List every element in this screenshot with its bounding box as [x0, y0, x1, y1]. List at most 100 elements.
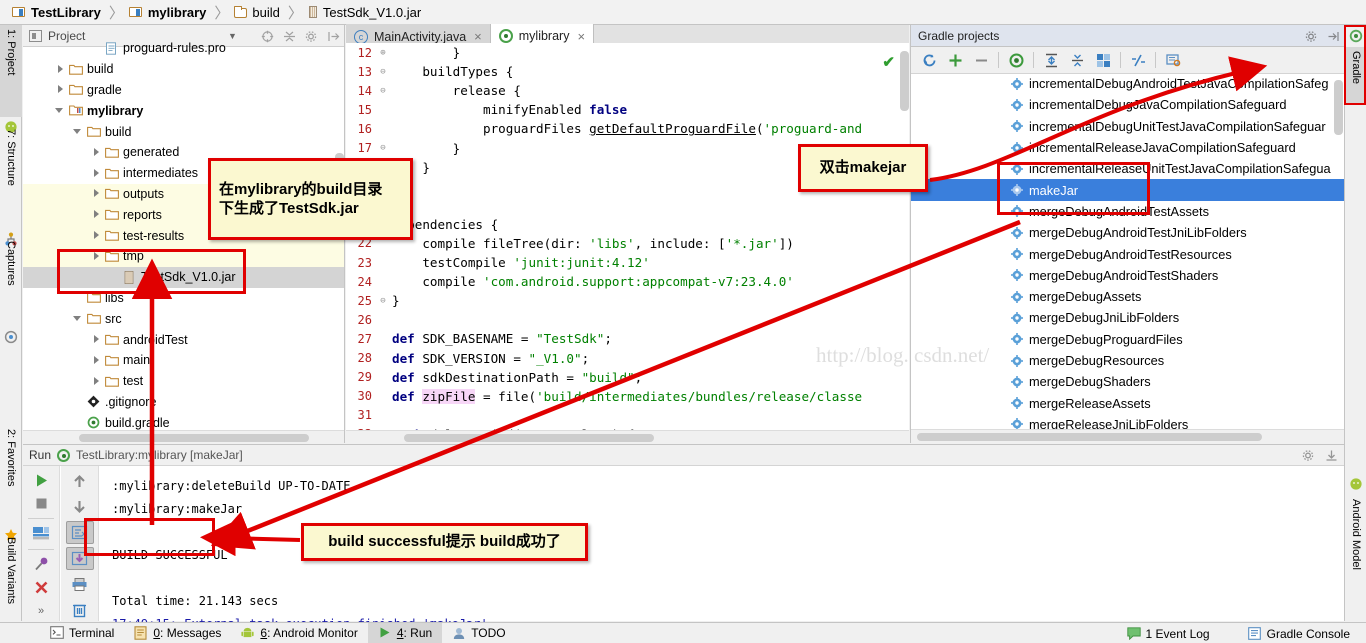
- gradle-task-incrementaldebugunittestjavacompilationsafeguar[interactable]: incrementalDebugUnitTestJavaCompilationS…: [911, 116, 1344, 137]
- gradle-task-incrementaldebugjavacompilationsafeguard[interactable]: incrementalDebugJavaCompilationSafeguard: [911, 94, 1344, 115]
- gear-icon[interactable]: [1302, 449, 1315, 462]
- refresh-icon[interactable]: [916, 49, 942, 71]
- gradle-horizontal-scrollbar[interactable]: [911, 429, 1344, 443]
- statusbar-tab-4-run[interactable]: 4: Run: [368, 623, 442, 643]
- left-strip-item-captures[interactable]: Captures: [0, 237, 22, 327]
- code-fold-icon[interactable]: ⊖: [376, 143, 390, 153]
- statusbar-tab-0-messages[interactable]: 0: Messages: [124, 623, 231, 643]
- left-strip-item-7-structure[interactable]: 7: Structure: [0, 125, 22, 229]
- gradle-task-incrementaldebugandroidtestjavacompilationsafeg[interactable]: incrementalDebugAndroidTestJavaCompilati…: [911, 73, 1344, 94]
- soft-wrap-icon[interactable]: [66, 521, 94, 544]
- close-icon[interactable]: ×: [577, 29, 585, 44]
- gear-icon[interactable]: [1305, 30, 1318, 43]
- gradle-task-mergedebugandroidtestresources[interactable]: mergeDebugAndroidTestResources: [911, 243, 1344, 264]
- tree-item-src[interactable]: src: [23, 308, 344, 329]
- print-icon[interactable]: [66, 573, 94, 596]
- close-icon[interactable]: [27, 578, 55, 598]
- tree-twisty-right-icon[interactable]: [91, 188, 102, 199]
- hide-icon[interactable]: [1325, 449, 1338, 462]
- breadcrumb-item-testsdk-v1-0-jar[interactable]: TestSdk_V1.0.jar: [304, 0, 428, 25]
- collapse-all-icon[interactable]: [1064, 49, 1090, 71]
- tree-twisty-right-icon[interactable]: [55, 84, 66, 95]
- gradle-task-mergedebugandroidtestshaders[interactable]: mergeDebugAndroidTestShaders: [911, 265, 1344, 286]
- run-icon[interactable]: [27, 470, 55, 490]
- tree-item-proguard-rules.pro[interactable]: proguard-rules.pro: [23, 38, 344, 59]
- trash-icon[interactable]: [66, 598, 94, 621]
- scroll-to-end-icon[interactable]: [66, 547, 94, 570]
- tree-twisty-down-icon[interactable]: [73, 126, 84, 137]
- right-strip-item-android-model[interactable]: Android Model: [1345, 495, 1366, 605]
- code-editor[interactable]: 12⊕ }13⊖ buildTypes {14⊖ release {15 min…: [346, 43, 909, 430]
- tree-item-build.gradle[interactable]: build.gradle: [23, 412, 344, 430]
- gradle-vertical-scrollbar[interactable]: [1334, 80, 1343, 135]
- expand-all-icon[interactable]: [1038, 49, 1064, 71]
- left-strip-item-1-project[interactable]: 1: Project: [0, 25, 22, 117]
- run-config-icon[interactable]: [1160, 49, 1186, 71]
- tree-item-.gitignore[interactable]: .gitignore: [23, 392, 344, 413]
- gradle-task-list[interactable]: incrementalDebugAndroidTestJavaCompilati…: [911, 73, 1344, 429]
- tree-twisty-down-icon[interactable]: [55, 105, 66, 116]
- tree-item-mylibrary[interactable]: mylibrary: [23, 100, 344, 121]
- statusbar-gradle-console[interactable]: Gradle Console: [1238, 623, 1360, 643]
- left-strip-item-2-favorites[interactable]: 2: Favorites: [0, 425, 22, 525]
- gradle-task-mergedebugandroidtestjnilibfolders[interactable]: mergeDebugAndroidTestJniLibFolders: [911, 222, 1344, 243]
- tree-twisty-right-icon[interactable]: [91, 376, 102, 387]
- gradle-task-mergedebugandroidtestassets[interactable]: mergeDebugAndroidTestAssets: [911, 201, 1344, 222]
- statusbar-1-event-log[interactable]: 1 Event Log: [1117, 623, 1220, 643]
- toggle-offline-icon[interactable]: [1090, 49, 1116, 71]
- tree-item-testsdk-v1.0.jar[interactable]: TestSdk_V1.0.jar: [23, 267, 344, 288]
- code-vertical-scrollbar[interactable]: [900, 51, 909, 111]
- stop-icon[interactable]: [27, 493, 55, 513]
- toggle-tasks-icon[interactable]: [1125, 49, 1151, 71]
- code-fold-icon[interactable]: ⊖: [376, 296, 390, 306]
- tree-twisty-right-icon[interactable]: [91, 209, 102, 220]
- gradle-task-incrementalreleasejavacompilationsafeguard[interactable]: incrementalReleaseJavaCompilationSafegua…: [911, 137, 1344, 158]
- gradle-task-mergedebugshaders[interactable]: mergeDebugShaders: [911, 371, 1344, 392]
- tree-item-tmp[interactable]: tmp: [23, 246, 344, 267]
- gradle-task-mergereleasejnilibfolders[interactable]: mergeReleaseJniLibFolders: [911, 414, 1344, 429]
- code-fold-icon[interactable]: ⊕: [376, 48, 390, 58]
- tree-twisty-right-icon[interactable]: [91, 334, 102, 345]
- gradle-task-makejar[interactable]: makeJar: [911, 179, 1344, 200]
- remove-icon[interactable]: [968, 49, 994, 71]
- statusbar-tab-terminal[interactable]: Terminal: [40, 623, 124, 643]
- inspection-ok-icon[interactable]: ✔: [882, 53, 895, 71]
- hide-icon[interactable]: [1327, 30, 1340, 43]
- statusbar-tab-6-android-monitor[interactable]: 6: Android Monitor: [231, 623, 367, 643]
- code-fold-icon[interactable]: ⊖: [376, 67, 390, 77]
- up-icon[interactable]: [66, 470, 94, 493]
- gradle-task-incrementalreleaseunittestjavacompilationsafegua[interactable]: incrementalReleaseUnitTestJavaCompilatio…: [911, 158, 1344, 179]
- statusbar-tab-todo[interactable]: TODO: [442, 623, 515, 643]
- code-fold-icon[interactable]: ⊖: [376, 86, 390, 96]
- tree-item-build[interactable]: build: [23, 121, 344, 142]
- add-icon[interactable]: [942, 49, 968, 71]
- execute-icon[interactable]: [1003, 49, 1029, 71]
- down-icon[interactable]: [66, 496, 94, 519]
- more-icon[interactable]: »: [27, 601, 55, 621]
- tree-item-gradle[interactable]: gradle: [23, 80, 344, 101]
- tree-twisty-right-icon[interactable]: [91, 355, 102, 366]
- gradle-task-mergedebugassets[interactable]: mergeDebugAssets: [911, 286, 1344, 307]
- gradle-task-mergedebugjnilibfolders[interactable]: mergeDebugJniLibFolders: [911, 307, 1344, 328]
- tree-twisty-right-icon[interactable]: [55, 64, 66, 75]
- tree-twisty-right-icon[interactable]: [91, 168, 102, 179]
- project-tree-horizontal-scrollbar[interactable]: [23, 430, 344, 443]
- breadcrumb-item-mylibrary[interactable]: mylibrary: [125, 0, 214, 25]
- breadcrumb-item-build[interactable]: build: [230, 0, 286, 25]
- tree-item-libs[interactable]: libs: [23, 288, 344, 309]
- tree-twisty-right-icon[interactable]: [91, 147, 102, 158]
- tree-item-main[interactable]: main: [23, 350, 344, 371]
- breadcrumb-item-testlibrary[interactable]: TestLibrary: [8, 0, 108, 25]
- tree-twisty-right-icon[interactable]: [91, 251, 102, 262]
- pin-icon[interactable]: [27, 555, 55, 575]
- code-horizontal-scrollbar[interactable]: [346, 430, 909, 443]
- tree-twisty-down-icon[interactable]: [73, 313, 84, 324]
- close-icon[interactable]: ×: [474, 29, 482, 44]
- tree-item-androidtest[interactable]: androidTest: [23, 329, 344, 350]
- run-console-output[interactable]: :mylibrary:deleteBuild UP-TO-DATE:mylibr…: [100, 466, 1344, 621]
- tree-item-test[interactable]: test: [23, 371, 344, 392]
- gradle-task-mergereleaseassets[interactable]: mergeReleaseAssets: [911, 392, 1344, 413]
- tree-item-build[interactable]: build: [23, 59, 344, 80]
- tree-twisty-right-icon[interactable]: [91, 230, 102, 241]
- layout-icon[interactable]: [27, 524, 55, 544]
